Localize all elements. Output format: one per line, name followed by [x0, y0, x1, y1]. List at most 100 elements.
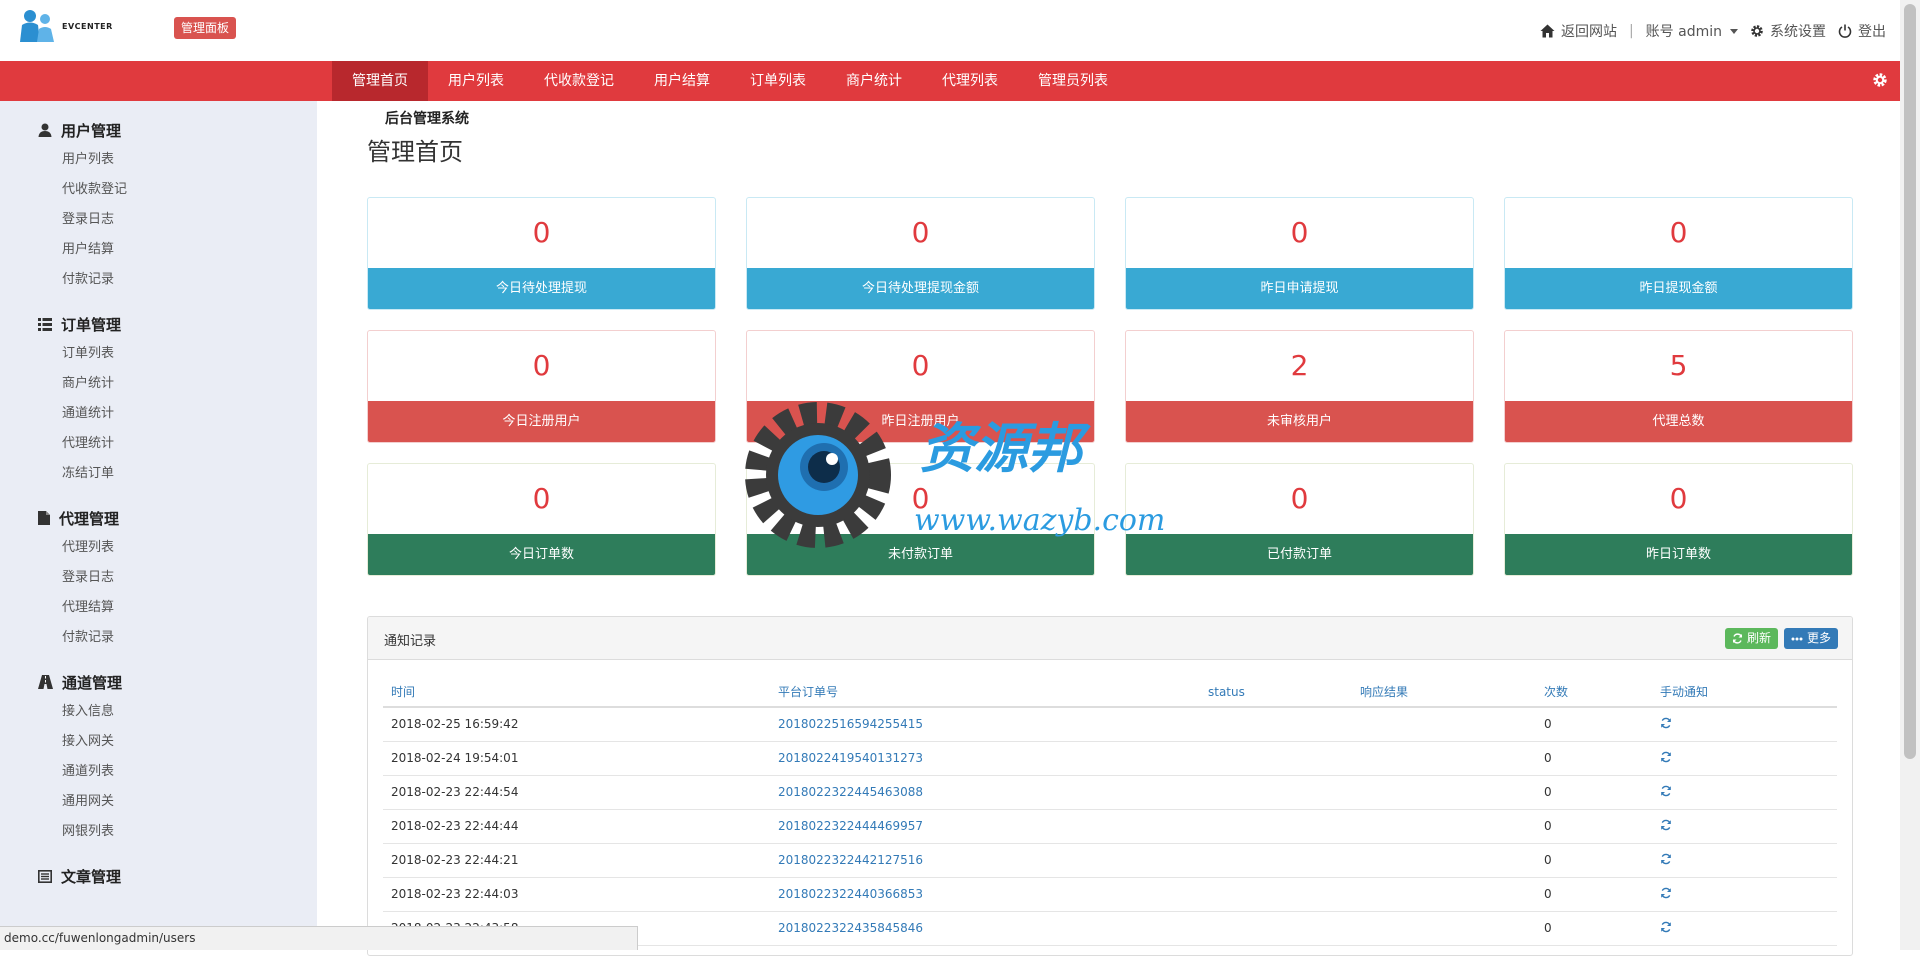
tab-merchant-stats[interactable]: 商户统计	[826, 61, 922, 101]
logout-label: 登出	[1858, 24, 1886, 40]
sidebar-item-frozen-orders[interactable]: 冻结订单	[38, 459, 317, 489]
stat-card[interactable]: 0 昨日订单数	[1504, 463, 1853, 576]
more-button[interactable]: 更多	[1783, 628, 1838, 649]
stat-value: 5	[1669, 349, 1688, 382]
sidebar-item-agent-list[interactable]: 代理列表	[38, 533, 317, 563]
sidebar-item-agent-login-log[interactable]: 登录日志	[38, 563, 317, 593]
column-header-response[interactable]: 响应结果	[1352, 677, 1536, 708]
cell-order-link[interactable]: 2018022322440366853	[770, 877, 1200, 912]
notice-panel-title: 通知记录	[384, 634, 437, 649]
stat-value: 0	[1290, 216, 1309, 249]
column-header-time[interactable]: 时间	[383, 677, 770, 708]
cell-order-link[interactable]: 2018022322435845846	[770, 911, 1200, 946]
sidebar-item-user-list[interactable]: 用户列表	[38, 145, 317, 175]
gear-icon	[1751, 25, 1763, 37]
sidebar-item-access-gateway[interactable]: 接入网关	[38, 727, 317, 757]
stat-label: 代理总数	[1505, 401, 1852, 442]
account-dropdown[interactable]: 账号 admin	[1646, 21, 1738, 41]
sidebar-item-agent-settlement[interactable]: 代理结算	[38, 593, 317, 623]
sidebar-group-orders: 订单管理 订单列表 商户统计 通道统计 代理统计 冻结订单	[0, 309, 317, 489]
cell-status	[1200, 911, 1352, 946]
sidebar-item-agent-stats[interactable]: 代理统计	[38, 429, 317, 459]
cell-order-link[interactable]: 2018022322442127516	[770, 843, 1200, 878]
tab-dashboard[interactable]: 管理首页	[332, 61, 428, 101]
tab-user-list[interactable]: 用户列表	[428, 61, 524, 101]
browser-status-bar: demo.cc/fuwenlongadmin/users	[0, 926, 638, 950]
cell-count: 0	[1536, 911, 1652, 946]
logo[interactable]: EVCENTER 后台管理系统	[18, 7, 469, 126]
sidebar-group-title: 订单管理	[38, 309, 317, 339]
stat-card[interactable]: 5 代理总数	[1504, 330, 1853, 443]
sidebar-group-title-label: 订单管理	[61, 315, 122, 334]
top-right-menu: 返回网站 | 账号 admin 系统设置 登出	[1528, 21, 1886, 41]
cell-order-link[interactable]: 2018022419540131273	[770, 741, 1200, 776]
sidebar-item-access-info[interactable]: 接入信息	[38, 697, 317, 727]
sidebar-item-order-list[interactable]: 订单列表	[38, 339, 317, 369]
sidebar-item-collection-register[interactable]: 代收款登记	[38, 175, 317, 205]
stat-value: 2	[1290, 349, 1309, 382]
sidebar-item-channel-stats[interactable]: 通道统计	[38, 399, 317, 429]
resend-icon[interactable]	[1660, 819, 1672, 831]
sidebar-group-title-label: 通道管理	[62, 673, 123, 692]
stat-card[interactable]: 0 今日订单数	[367, 463, 716, 576]
sidebar-group-title: 用户管理	[38, 115, 317, 145]
settings-label: 系统设置	[1770, 24, 1826, 40]
refresh-button[interactable]: 刷新	[1724, 628, 1778, 649]
sidebar-item-agent-payment-records[interactable]: 付款记录	[38, 623, 317, 653]
cell-status	[1200, 843, 1352, 878]
settings-link[interactable]: 系统设置	[1750, 21, 1826, 41]
cell-order-link[interactable]: 2018022322444469957	[770, 809, 1200, 844]
cell-response	[1352, 707, 1536, 742]
column-header-manual-notify[interactable]: 手动通知	[1652, 677, 1837, 708]
scrollbar-thumb[interactable]	[1904, 4, 1916, 759]
stat-label: 今日注册用户	[368, 401, 715, 442]
top-header: EVCENTER 后台管理系统 管理面板 返回网站 | 账号 admin 系统设…	[0, 0, 1900, 126]
sidebar-item-common-gateway[interactable]: 通用网关	[38, 787, 317, 817]
resend-icon[interactable]	[1660, 853, 1672, 865]
vertical-scrollbar[interactable]	[1900, 0, 1920, 950]
cell-order-link[interactable]: 2018022322445463088	[770, 775, 1200, 810]
cell-count: 0	[1536, 877, 1652, 912]
sidebar: 用户管理 用户列表 代收款登记 登录日志 用户结算 付款记录 订单管理 订单列表…	[0, 101, 317, 950]
panel-badge: 管理面板	[174, 17, 237, 39]
sidebar-item-login-log[interactable]: 登录日志	[38, 205, 317, 235]
cell-response	[1352, 877, 1536, 912]
tab-agent-list[interactable]: 代理列表	[922, 61, 1018, 101]
sidebar-item-payment-records[interactable]: 付款记录	[38, 265, 317, 295]
ellipsis-icon	[1791, 637, 1803, 640]
stat-card[interactable]: 0 昨日申请提现	[1125, 197, 1474, 310]
sidebar-item-user-settlement[interactable]: 用户结算	[38, 235, 317, 265]
logo-subtitle: EVCENTER	[62, 22, 113, 31]
stat-card[interactable]: 0 今日待处理提现金额	[746, 197, 1095, 310]
sidebar-item-bank-list[interactable]: 网银列表	[38, 817, 317, 847]
logout-link[interactable]: 登出	[1838, 21, 1886, 41]
back-site-link[interactable]: 返回网站	[1540, 21, 1617, 41]
resend-icon[interactable]	[1660, 717, 1672, 729]
column-header-status[interactable]: status	[1200, 677, 1352, 708]
resend-icon[interactable]	[1660, 785, 1672, 797]
notice-table: 时间 平台订单号 status 响应结果 次数 手动通知 2018-02-25 …	[383, 677, 1837, 946]
tab-admin-list[interactable]: 管理员列表	[1018, 61, 1128, 101]
stat-card[interactable]: 0 昨日提现金额	[1504, 197, 1853, 310]
page-title: 管理首页	[367, 138, 463, 166]
tab-collection-register[interactable]: 代收款登记	[524, 61, 634, 101]
notice-panel: 通知记录 刷新 更多 时间 平台订单号 status 响应结果 次数 手动通知 …	[367, 616, 1853, 956]
cell-order-link[interactable]: 2018022516594255415	[770, 707, 1200, 742]
stat-card[interactable]: 0 今日注册用户	[367, 330, 716, 443]
cell-notify	[1652, 741, 1837, 776]
column-header-order-no[interactable]: 平台订单号	[770, 677, 1200, 708]
sidebar-item-merchant-stats[interactable]: 商户统计	[38, 369, 317, 399]
nav-gear-icon[interactable]	[1872, 72, 1888, 88]
table-row: 2018-02-23 22:44:44 2018022322444469957 …	[383, 809, 1837, 844]
resend-icon[interactable]	[1660, 887, 1672, 899]
stat-label: 今日待处理提现	[368, 268, 715, 309]
cell-response	[1352, 843, 1536, 878]
tab-user-settlement[interactable]: 用户结算	[634, 61, 730, 101]
sidebar-group-title-label: 用户管理	[61, 121, 122, 140]
resend-icon[interactable]	[1660, 751, 1672, 763]
stat-card[interactable]: 0 今日待处理提现	[367, 197, 716, 310]
resend-icon[interactable]	[1660, 921, 1672, 933]
sidebar-item-channel-list[interactable]: 通道列表	[38, 757, 317, 787]
tab-order-list[interactable]: 订单列表	[730, 61, 826, 101]
column-header-count[interactable]: 次数	[1536, 677, 1652, 708]
